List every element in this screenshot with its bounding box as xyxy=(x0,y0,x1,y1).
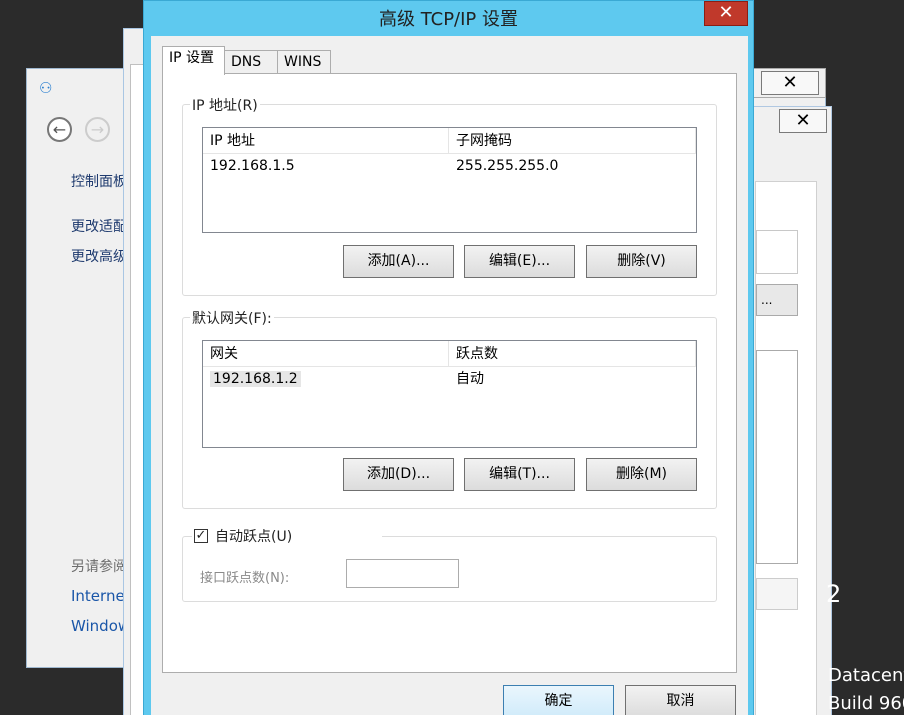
forward-arrow-icon[interactable]: → xyxy=(85,117,110,142)
auto-metric-label[interactable]: 自动跃点(U) xyxy=(215,526,292,546)
properties-panel: ... 连接 xyxy=(755,181,817,715)
auto-metric-row: ✓ 自动跃点(U) xyxy=(192,526,382,546)
edit-gateway-button[interactable]: 编辑(T)... xyxy=(464,458,575,491)
close-icon[interactable]: ✕ xyxy=(761,71,819,95)
gateway-list-header: 网关 跃点数 xyxy=(203,341,696,367)
column-header-gateway[interactable]: 网关 xyxy=(203,341,449,366)
metric-cell: 自动 xyxy=(456,371,484,387)
remove-gateway-button[interactable]: 删除(M) xyxy=(586,458,697,491)
auto-metric-checkbox[interactable]: ✓ xyxy=(194,529,208,543)
network-icon: ⚇ xyxy=(39,79,53,97)
subnet-mask-cell: 255.255.255.0 xyxy=(456,158,559,174)
install-button[interactable] xyxy=(756,578,798,610)
ip-address-list[interactable]: IP 地址 子网掩码 192.168.1.5 255.255.255.0 xyxy=(202,127,697,233)
edit-ip-button[interactable]: 编辑(E)... xyxy=(464,245,575,278)
remove-ip-button[interactable]: 删除(V) xyxy=(586,245,697,278)
desktop-watermark-char: 2 xyxy=(826,580,842,608)
default-gateway-group-label: 默认网关(F): xyxy=(190,308,274,328)
sidebar-item-windows-firewall[interactable]: Windows 防火墙 xyxy=(71,615,127,636)
cancel-button[interactable]: 取消 xyxy=(625,685,736,715)
sidebar-see-also-heading: 另请参阅 xyxy=(71,559,127,575)
gateway-cell: 192.168.1.2 xyxy=(203,367,449,391)
ip-address-cell: 192.168.1.5 xyxy=(210,158,295,174)
close-button[interactable]: ✕ xyxy=(704,1,748,26)
table-row[interactable]: 192.168.1.5 255.255.255.0 xyxy=(203,154,696,178)
gateway-list[interactable]: 网关 跃点数 192.168.1.2 自动 xyxy=(202,340,697,448)
sidebar-item-change-advanced-sharing[interactable]: 更改高级共享设置 xyxy=(71,246,127,266)
interface-metric-label: 接口跃点数(N): xyxy=(200,571,290,586)
column-header-subnet[interactable]: 子网掩码 xyxy=(449,128,696,153)
ip-settings-panel: IP 地址(R) IP 地址 子网掩码 192.168.1.5 255.255.… xyxy=(162,73,737,673)
tab-dns[interactable]: DNS xyxy=(224,50,278,74)
add-gateway-button[interactable]: 添加(D)... xyxy=(343,458,454,491)
status-window-titlebar: ✕ xyxy=(752,68,826,98)
ipv4-properties-window: ✕ ... 连接 xyxy=(752,106,832,715)
advanced-tcpip-dialog: 高级 TCP/IP 设置 ✕ IP 设置 DNS WINS IP 地址(R) I… xyxy=(143,0,754,715)
table-row[interactable]: 192.168.1.2 自动 xyxy=(203,367,696,391)
column-header-metric[interactable]: 跃点数 xyxy=(449,341,696,366)
add-ip-button[interactable]: 添加(A)... xyxy=(343,245,454,278)
default-gateway-group: 默认网关(F): 网关 跃点数 192.168.1.2 自动 添加(D)... … xyxy=(182,308,717,509)
properties-field xyxy=(756,230,798,274)
sidebar-item-change-adapter[interactable]: 更改适配器设置 xyxy=(71,216,127,236)
desktop-watermark-build: Build 9600 xyxy=(828,693,904,714)
close-icon[interactable]: ✕ xyxy=(779,109,827,133)
column-header-ip[interactable]: IP 地址 xyxy=(203,128,449,153)
ip-address-group: IP 地址(R) IP 地址 子网掩码 192.168.1.5 255.255.… xyxy=(182,95,717,296)
sidebar-item-control-panel-home[interactable]: 控制面板主页 xyxy=(71,171,127,191)
interface-metric-input[interactable] xyxy=(346,559,459,588)
desktop-watermark-edition: Datacenter xyxy=(828,665,904,686)
ip-address-group-label: IP 地址(R) xyxy=(190,95,260,115)
back-arrow-icon[interactable]: ← xyxy=(47,117,72,142)
metric-group: ✓ 自动跃点(U) 接口跃点数(N): xyxy=(182,526,717,602)
sidebar-item-internet-options[interactable]: Internet 选项 xyxy=(71,585,127,606)
tab-ip-settings[interactable]: IP 设置 xyxy=(162,46,225,75)
ok-button[interactable]: 确定 xyxy=(503,685,614,715)
components-list xyxy=(756,350,798,564)
ip-list-header: IP 地址 子网掩码 xyxy=(203,128,696,154)
configure-button[interactable]: ... xyxy=(756,284,798,316)
gateway-value: 192.168.1.2 xyxy=(210,371,301,387)
tab-wins[interactable]: WINS xyxy=(277,50,331,74)
dialog-title: 高级 TCP/IP 设置 xyxy=(378,9,519,30)
dialog-body: IP 设置 DNS WINS IP 地址(R) IP 地址 子网掩码 192.1… xyxy=(151,36,748,715)
